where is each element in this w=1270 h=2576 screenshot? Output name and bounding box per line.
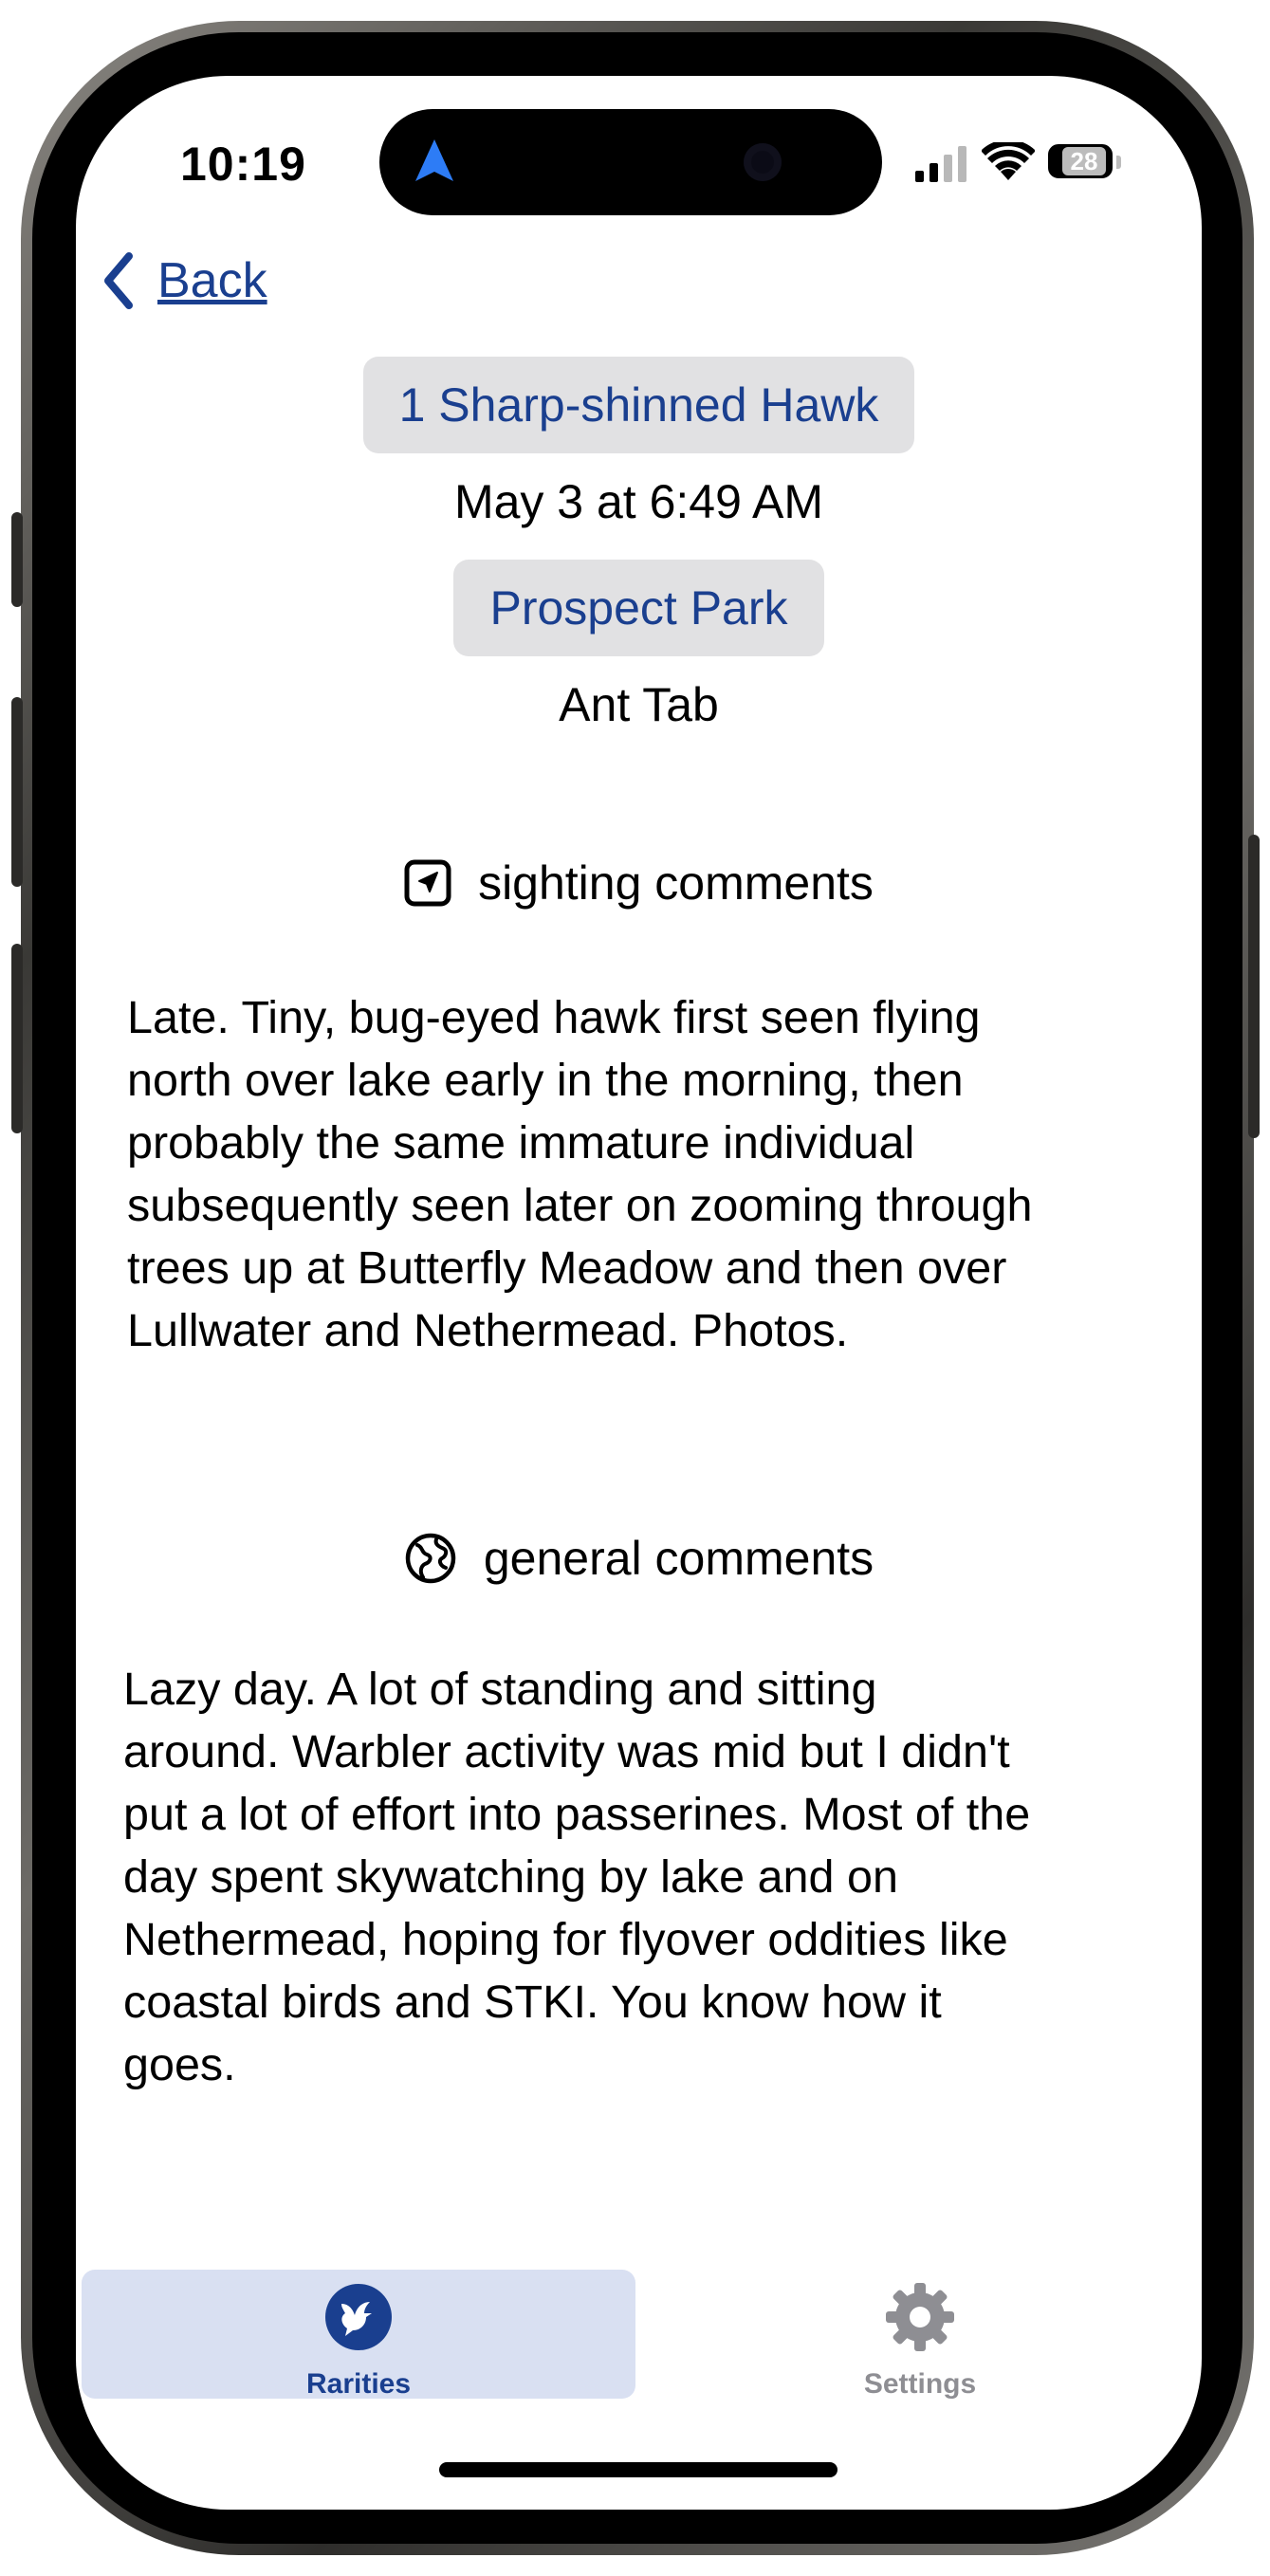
general-comment-line: Nethermead, hoping for flyover oddities …	[123, 1914, 1008, 1965]
back-label: Back	[157, 253, 267, 308]
general-comment-line: around. Warbler activity was mid but I d…	[123, 1726, 1010, 1777]
location-row: Prospect Park	[76, 560, 1202, 656]
general-comments-title: general comments	[483, 1532, 874, 1585]
tab-rarities-label: Rarities	[305, 2368, 412, 2400]
battery-level: 28	[1062, 147, 1106, 175]
battery-cap	[1116, 156, 1121, 169]
sighting-comment-line: trees up at Butterfly Meadow and then ov…	[127, 1242, 1007, 1294]
location-arrow-icon	[404, 859, 451, 907]
cellular-signal-icon	[915, 146, 966, 182]
navigation-arrow-icon	[415, 139, 453, 181]
phone-mockup: 10:19 28 Back 1 Sharp-shinned Hawk May 3…	[0, 0, 1270, 2576]
home-indicator[interactable]	[439, 2462, 837, 2477]
species-row: 1 Sharp-shinned Hawk	[76, 357, 1202, 453]
power-button	[1248, 835, 1260, 1138]
observer-name: Ant Tab	[559, 678, 719, 731]
sighting-comment-line: subsequently seen later on zooming throu…	[127, 1180, 1033, 1231]
dynamic-island	[379, 109, 882, 215]
wifi-icon	[982, 142, 1035, 180]
sighting-comment-line: Late. Tiny, bug-eyed hawk first seen fly…	[127, 992, 981, 1043]
status-time: 10:19	[180, 138, 306, 191]
front-camera	[744, 143, 782, 181]
sighting-comment-line: north over lake early in the morning, th…	[127, 1055, 964, 1106]
sighting-comments-title: sighting comments	[478, 856, 874, 910]
status-indicators: 28	[915, 140, 1133, 184]
chevron-left-icon	[104, 252, 133, 309]
volume-down-button	[11, 944, 23, 1133]
general-comment-line: goes.	[123, 2039, 236, 2090]
general-comment-line: coastal birds and STKI. You know how it	[123, 1977, 942, 2028]
sighting-comment-line: Lullwater and Nethermead. Photos.	[127, 1305, 849, 1356]
species-button[interactable]: 1 Sharp-shinned Hawk	[362, 357, 915, 453]
volume-up-button	[11, 697, 23, 887]
screen: 10:19 28 Back 1 Sharp-shinned Hawk May 3…	[76, 76, 1202, 2510]
back-button[interactable]: Back	[102, 252, 267, 309]
location-button[interactable]: Prospect Park	[453, 560, 824, 656]
tab-rarities[interactable]: Rarities	[82, 2270, 635, 2400]
sighting-comment-line: probably the same immature individual	[127, 1117, 915, 1168]
tab-settings[interactable]: Settings	[645, 2270, 1195, 2400]
globe-icon	[405, 1533, 456, 1584]
gear-icon	[886, 2283, 954, 2351]
general-comment-line: put a lot of effort into passerines. Mos…	[123, 1789, 1031, 1840]
sighting-comments-text: Late. Tiny, bug-eyed hawk first seen fly…	[127, 986, 1032, 1362]
general-comment-line: Lazy day. A lot of standing and sitting	[123, 1664, 877, 1715]
general-comment-line: day spent skywatching by lake and on	[123, 1851, 898, 1903]
bird-icon	[325, 2284, 392, 2350]
general-comments-heading: general comments	[76, 1531, 1202, 1586]
tab-settings-label: Settings	[863, 2368, 977, 2400]
sighting-comments-heading: sighting comments	[76, 856, 1202, 911]
action-button	[11, 512, 23, 607]
general-comments-text: Lazy day. A lot of standing and sitting …	[123, 1658, 1030, 2096]
sighting-datetime: May 3 at 6:49 AM	[453, 475, 824, 528]
battery-indicator: 28	[1048, 144, 1113, 178]
